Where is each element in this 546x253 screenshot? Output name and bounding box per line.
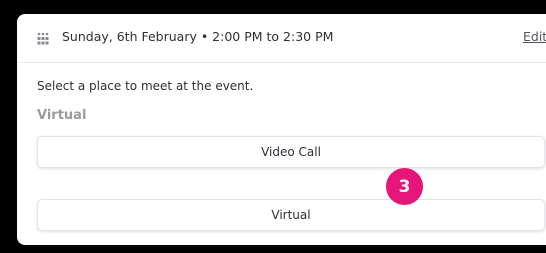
step-number-badge: 3 <box>386 168 423 205</box>
virtual-button[interactable]: Virtual <box>37 199 545 231</box>
event-header: Sunday, 6th February • 2:00 PM to 2:30 P… <box>17 14 546 63</box>
event-location-panel: Sunday, 6th February • 2:00 PM to 2:30 P… <box>17 14 546 245</box>
calendar-people-icon <box>36 31 50 45</box>
event-date-time: Sunday, 6th February • 2:00 PM to 2:30 P… <box>62 29 334 44</box>
section-label-virtual: Virtual <box>37 108 87 123</box>
edit-link[interactable]: Edit <box>523 29 546 44</box>
meeting-instruction: Select a place to meet at the event. <box>37 79 254 93</box>
video-call-button[interactable]: Video Call <box>37 136 545 168</box>
